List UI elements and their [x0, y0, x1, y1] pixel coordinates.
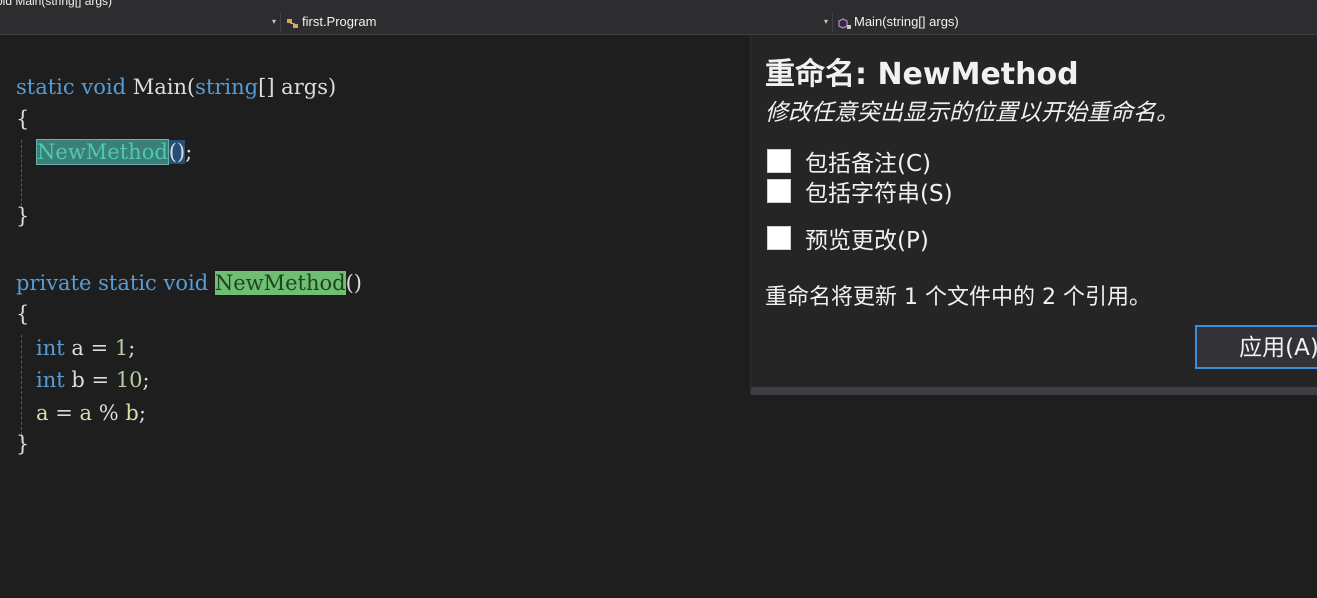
include-strings-option[interactable]: 包括字符串(S) [767, 176, 953, 207]
project-dropdown[interactable]: ▾ [0, 12, 281, 32]
type-dropdown-value: first.Program [302, 14, 377, 29]
code-line-1[interactable]: static void Main(string[] args) [16, 72, 336, 102]
rename-reference-highlight[interactable]: NewMethod [214, 271, 346, 295]
code-line-5[interactable]: private static void NewMethod() [16, 268, 362, 298]
code-line-3[interactable]: NewMethod(); [16, 137, 192, 167]
code-line-4[interactable]: } [16, 201, 29, 231]
code-line-7[interactable]: int a = 1; [16, 333, 135, 363]
preview-changes-checkbox[interactable] [767, 226, 791, 250]
code-line-6[interactable]: { [16, 299, 29, 329]
include-strings-label: 包括字符串(S) [805, 181, 953, 207]
document-tab-title[interactable]: oid Main(string[] args) [0, 0, 112, 8]
include-strings-checkbox[interactable] [767, 179, 791, 203]
member-dropdown-value: Main(string[] args) [854, 14, 959, 29]
rename-dialog: 重命名: NewMethod 修改任意突出显示的位置以开始重命名。 包括备注(C… [751, 35, 1317, 395]
rename-instructions: 修改任意突出显示的位置以开始重命名。 [765, 100, 1179, 126]
code-line-8[interactable]: int b = 10; [16, 365, 150, 395]
code-line-10[interactable]: } [16, 429, 29, 459]
include-comments-label: 包括备注(C) [805, 151, 932, 177]
method-icon [838, 16, 852, 29]
preview-changes-label: 预览更改(P) [805, 228, 929, 254]
rename-active-identifier[interactable]: NewMethod [36, 139, 169, 165]
navigation-bar: ▾ first.Program ▾ Main(string[] args) [0, 10, 1317, 35]
include-comments-option[interactable]: 包括备注(C) [767, 146, 932, 177]
chevron-down-icon: ▾ [823, 17, 828, 26]
chevron-down-icon: ▾ [271, 17, 276, 26]
member-dropdown[interactable]: Main(string[] args) [834, 12, 1317, 32]
class-icon [286, 16, 300, 28]
include-comments-checkbox[interactable] [767, 149, 791, 173]
rename-title: 重命名: NewMethod [765, 57, 1079, 92]
preview-changes-option[interactable]: 预览更改(P) [767, 223, 929, 254]
document-tab-strip: oid Main(string[] args) [0, 0, 1317, 10]
apply-button[interactable]: 应用(A) [1195, 325, 1317, 369]
rename-summary: 重命名将更新 1 个文件中的 2 个引用。 [765, 285, 1151, 310]
type-dropdown[interactable]: first.Program ▾ [282, 12, 833, 32]
code-line-9[interactable]: a = a % b; [16, 398, 146, 428]
code-line-2[interactable]: { [16, 104, 29, 134]
